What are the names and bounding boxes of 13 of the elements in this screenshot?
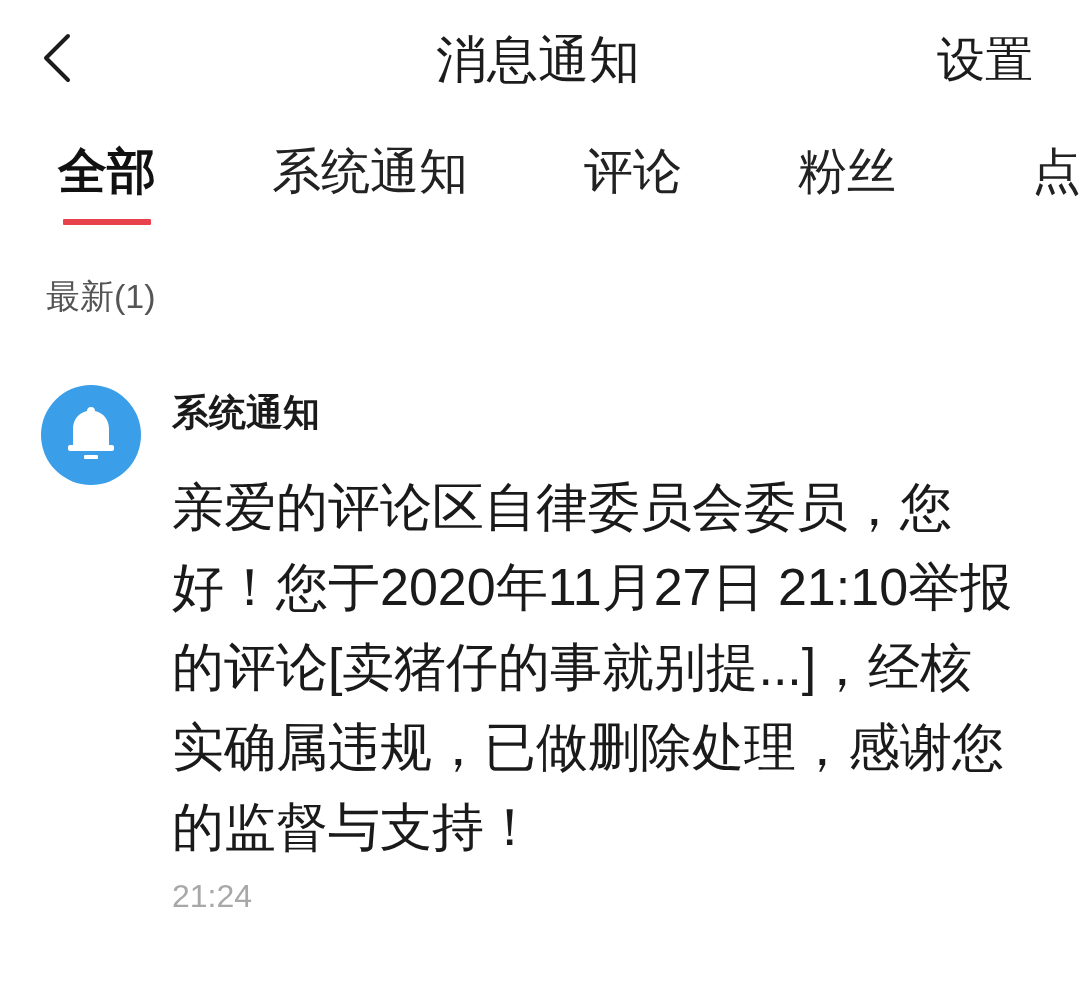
- page-title: 消息通知: [435, 30, 640, 91]
- section-heading: 最新(1): [46, 276, 156, 317]
- tab[interactable]: 点: [1012, 142, 1080, 225]
- tab[interactable]: 粉丝: [798, 142, 896, 225]
- back-chevron-icon[interactable]: [42, 33, 72, 83]
- message-text: 亲爱的评论区自律委员会委员，您好！您于2020年11月27日 21:10举报的评论[卖猪仔的事就别提...]，经核实确属违规，已做删除处理，感谢您的监督与支持！: [172, 477, 1014, 859]
- tab[interactable]: 全部: [58, 142, 156, 225]
- bell-avatar-icon: [41, 384, 141, 485]
- tab[interactable]: 评论: [584, 142, 682, 225]
- settings-button[interactable]: 设置: [937, 31, 1033, 89]
- message-time: 21:24: [172, 877, 253, 916]
- sender-name: 系统通知: [172, 390, 320, 435]
- tab[interactable]: 系统通知: [272, 142, 468, 225]
